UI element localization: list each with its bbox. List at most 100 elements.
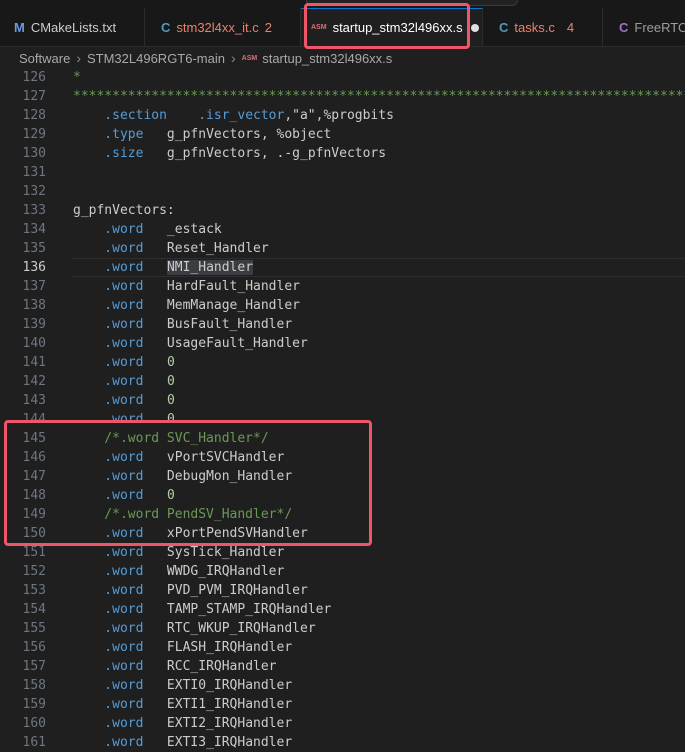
tab-freertos[interactable]: C FreeRTOS [603, 8, 685, 46]
code-line[interactable]: 133 g_pfnVectors: [0, 201, 685, 220]
code-token: _estack [143, 222, 222, 237]
code-token: .word [73, 317, 144, 332]
code-token: .word [73, 621, 144, 636]
tab-stm32l4xx-it[interactable]: C stm32l4xx_it.c 2 [145, 8, 301, 46]
code-token: ,"a",%progbits [284, 108, 394, 123]
code-line[interactable]: 158 .word EXTI0_IRQHandler [0, 676, 685, 695]
line-number: 136 [22, 260, 46, 275]
line-number: 153 [22, 583, 46, 598]
code-token: NMI_Handler [166, 260, 254, 275]
code-text: * [73, 68, 81, 87]
line-number: 129 [22, 127, 46, 142]
unsaved-dot-icon[interactable] [470, 23, 479, 32]
code-line[interactable]: 132 [0, 182, 685, 201]
code-line[interactable]: 154 .word TAMP_STAMP_IRQHandler [0, 600, 685, 619]
code-line[interactable]: 129 .type g_pfnVectors, %object [0, 125, 685, 144]
code-text: .word WWDG_IRQHandler [73, 562, 284, 581]
code-editor[interactable]: 126 * 127 *********************************… [0, 68, 685, 752]
breadcrumb-item[interactable]: STM32L496RGT6-main [87, 51, 225, 66]
breadcrumb-item[interactable]: startup_stm32l496xx.s [262, 51, 392, 66]
code-token: .word [73, 735, 144, 750]
code-text: .word _estack [73, 220, 222, 239]
line-number: 160 [22, 716, 46, 731]
code-text: .word EXTI2_IRQHandler [73, 714, 292, 733]
code-line[interactable]: 131 [0, 163, 685, 182]
line-number: 132 [22, 184, 46, 199]
code-line[interactable]: 157 .word RCC_IRQHandler [0, 657, 685, 676]
code-line[interactable]: 136 .word NMI_Handler [0, 258, 685, 277]
code-token: 0 [166, 374, 175, 389]
code-text: .word FLASH_IRQHandler [73, 638, 292, 657]
code-line[interactable]: 137 .word HardFault_Handler [0, 277, 685, 296]
c-file-icon: C [619, 19, 629, 35]
code-token: PVD_PVM_IRQHandler [143, 583, 308, 598]
code-line[interactable]: 135 .word Reset_Handler [0, 239, 685, 258]
code-line[interactable]: 160 .word EXTI2_IRQHandler [0, 714, 685, 733]
code-line[interactable]: 159 .word EXTI1_IRQHandler [0, 695, 685, 714]
line-number: 130 [22, 146, 46, 161]
code-text: .word UsageFault_Handler [73, 334, 308, 353]
line-number: 157 [22, 659, 46, 674]
code-token: TAMP_STAMP_IRQHandler [143, 602, 332, 617]
code-text: .word NMI_Handler [73, 258, 254, 277]
code-text: g_pfnVectors: [73, 201, 175, 220]
code-line[interactable]: 141 .word 0 [0, 353, 685, 372]
code-token: .word [73, 678, 144, 693]
code-text: .word RCC_IRQHandler [73, 657, 276, 676]
code-token: g_pfnVectors, %object [143, 127, 332, 142]
tab-label: CMakeLists.txt [30, 19, 117, 35]
code-line[interactable]: 134 .word _estack [0, 220, 685, 239]
code-token: .word [73, 716, 144, 731]
line-number: 133 [22, 203, 46, 218]
code-token: .word [73, 279, 144, 294]
code-text: .word HardFault_Handler [73, 277, 300, 296]
code-line[interactable]: 130 .size g_pfnVectors, .-g_pfnVectors [0, 144, 685, 163]
code-text: ****************************************… [73, 87, 685, 106]
code-line[interactable]: 161 .word EXTI3_IRQHandler [0, 733, 685, 752]
code-line[interactable]: 138 .word MemManage_Handler [0, 296, 685, 315]
code-text: .word EXTI1_IRQHandler [73, 695, 292, 714]
problem-count: 2 [264, 19, 272, 35]
code-text: .word TAMP_STAMP_IRQHandler [73, 600, 331, 619]
code-token: Reset_Handler [143, 241, 269, 256]
code-text: .word 0 [73, 372, 175, 391]
tab-cmakelists[interactable]: M CMakeLists.txt [0, 8, 145, 46]
code-line[interactable]: 128 .section .isr_vector,"a",%progbits [0, 106, 685, 125]
tab-tasks-c[interactable]: C tasks.c 4 [483, 8, 603, 46]
code-token: .word [73, 583, 144, 598]
code-text: .word 0 [73, 353, 174, 372]
code-line[interactable]: 156 .word FLASH_IRQHandler [0, 638, 685, 657]
code-line[interactable]: 126 * [0, 68, 685, 87]
code-line[interactable]: 127 *************************************… [0, 87, 685, 106]
code-line[interactable]: 153 .word PVD_PVM_IRQHandler [0, 581, 685, 600]
code-line[interactable]: 143 .word 0 [0, 391, 685, 410]
code-token: UsageFault_Handler [143, 336, 308, 351]
line-number: 138 [22, 298, 46, 313]
tab-label: tasks.c [514, 19, 555, 35]
code-line[interactable]: 155 .word RTC_WKUP_IRQHandler [0, 619, 685, 638]
line-number: 137 [22, 279, 46, 294]
code-text: .section .isr_vector,"a",%progbits [73, 106, 394, 125]
highlight-box-code [4, 420, 372, 546]
code-line[interactable]: 152 .word WWDG_IRQHandler [0, 562, 685, 581]
code-token: * [73, 70, 81, 85]
line-number: 161 [22, 735, 46, 750]
code-text: .word RTC_WKUP_IRQHandler [73, 619, 315, 638]
code-line[interactable]: 142 .word 0 [0, 372, 685, 391]
line-number: 142 [22, 374, 46, 389]
line-number: 156 [22, 640, 46, 655]
code-token: .word [73, 241, 144, 256]
breadcrumb-item[interactable]: Software [19, 51, 70, 66]
cmake-icon: M [14, 19, 25, 35]
line-number: 154 [22, 602, 46, 617]
problem-count: 4 [566, 19, 575, 35]
code-line[interactable]: 140 .word UsageFault_Handler [0, 334, 685, 353]
code-token: HardFault_Handler [143, 279, 300, 294]
code-text: .size g_pfnVectors, .-g_pfnVectors [73, 144, 386, 163]
code-line[interactable]: 139 .word BusFault_Handler [0, 315, 685, 334]
